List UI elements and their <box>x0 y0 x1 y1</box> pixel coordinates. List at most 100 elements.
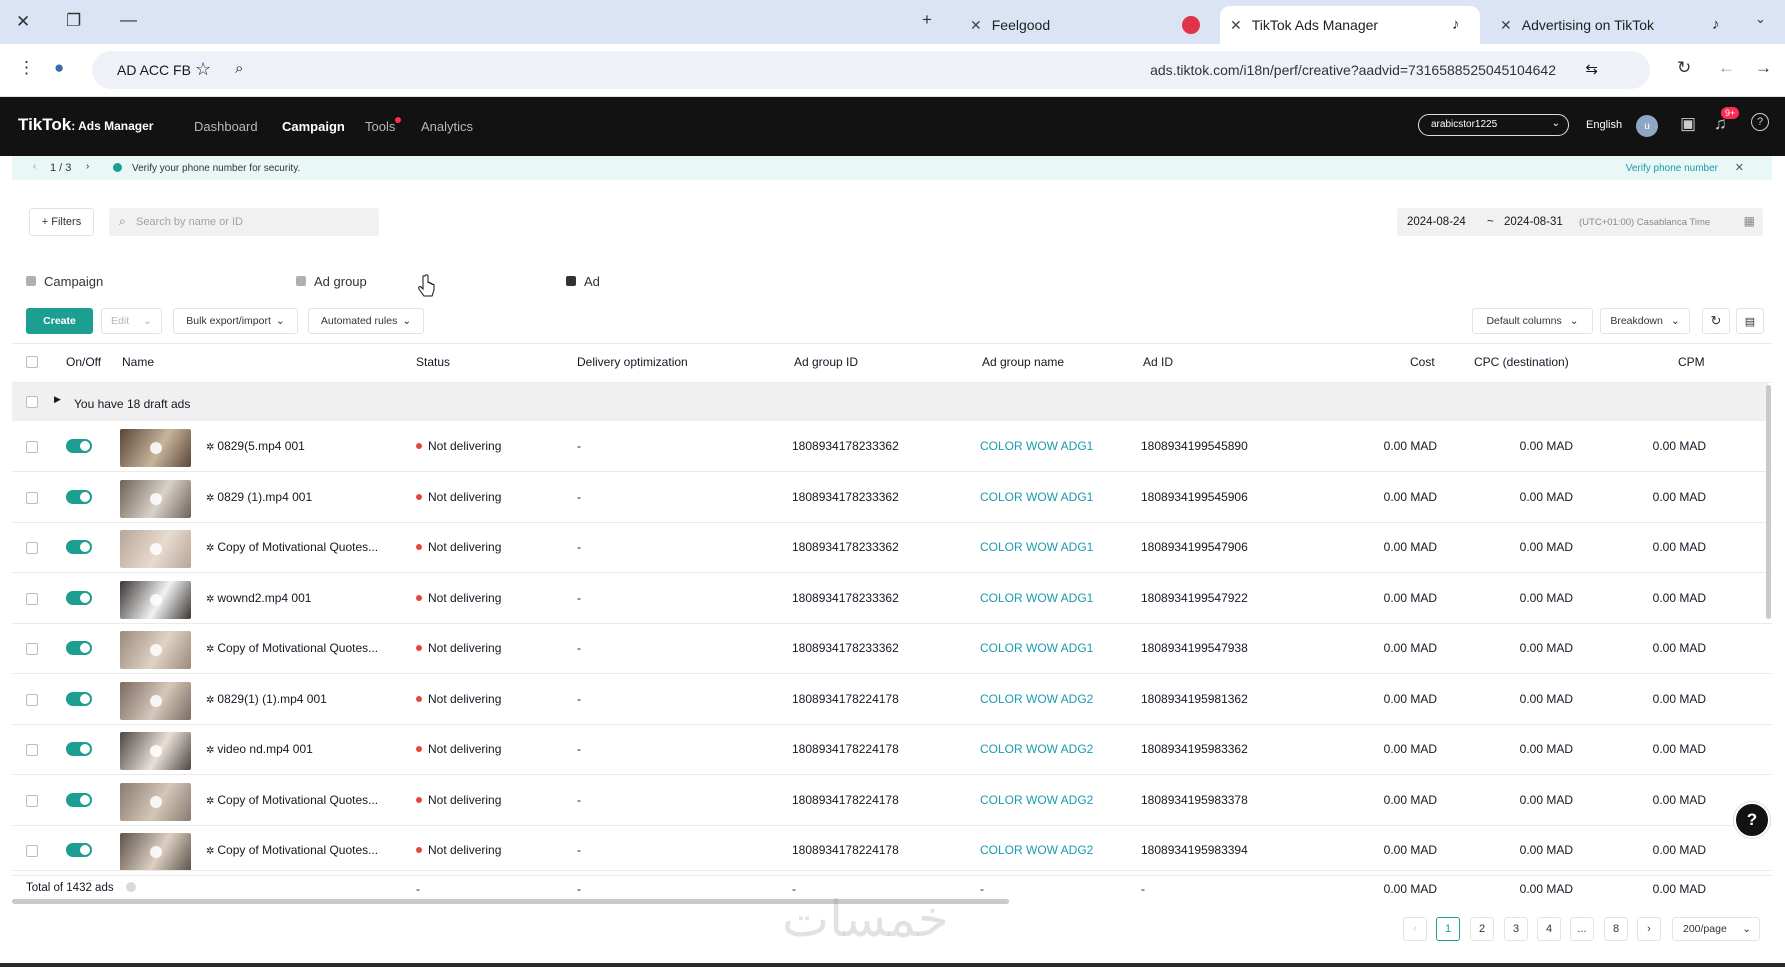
row-checkbox[interactable] <box>26 744 38 756</box>
level-tab-ad-group[interactable]: Ad group <box>282 264 552 298</box>
on-off-toggle[interactable] <box>66 540 92 554</box>
ad-video-thumbnail[interactable] <box>120 530 191 568</box>
tab-feelgood[interactable]: ✕ Feelgood <box>960 6 1210 44</box>
filters-button[interactable]: + Filters <box>29 208 94 236</box>
ad-name-cell[interactable]: ✲ Copy of Motivational Quotes... <box>206 540 378 554</box>
window-close-icon[interactable]: ✕ <box>16 12 30 32</box>
prev-notice-icon[interactable]: ‹ <box>33 161 36 172</box>
draft-ads-row[interactable]: ▶ You have 18 draft ads <box>12 383 1768 421</box>
refresh-button[interactable]: ↻ <box>1702 308 1730 334</box>
level-tab-ad[interactable]: Ad <box>552 264 817 298</box>
ad-name-cell[interactable]: ✲ Copy of Motivational Quotes... <box>206 843 378 857</box>
breakdown-dropdown[interactable]: Breakdown ⌄ <box>1600 308 1690 334</box>
col-cpm[interactable]: CPM <box>1678 355 1705 369</box>
col-delivery-optimization[interactable]: Delivery optimization <box>577 355 688 369</box>
tiktok-logo[interactable]: TikTok: Ads Manager <box>18 115 153 135</box>
tab-tiktok-ads-manager[interactable]: ✕ TikTok Ads Manager ♪ <box>1220 6 1480 44</box>
ad-video-thumbnail[interactable] <box>120 429 191 467</box>
url-text[interactable]: ads.tiktok.com/i18n/perf/creative?aadvid… <box>1150 62 1556 78</box>
col-ad-id[interactable]: Ad ID <box>1143 355 1173 369</box>
verify-phone-link[interactable]: Verify phone number <box>1626 163 1718 174</box>
draft-checkbox[interactable] <box>26 396 38 408</box>
row-checkbox[interactable] <box>26 492 38 504</box>
next-notice-icon[interactable]: › <box>86 161 89 172</box>
edit-dropdown[interactable]: Edit ⌄ <box>101 308 162 334</box>
search-lens-icon[interactable]: ⌕ <box>235 60 243 77</box>
back-icon[interactable]: ← <box>1718 58 1735 78</box>
profile-icon[interactable]: ● <box>54 58 64 78</box>
row-checkbox[interactable] <box>26 593 38 605</box>
adgroup-name-link[interactable]: COLOR WOW ADG2 <box>980 793 1093 807</box>
search-input[interactable]: ⌕ Search by name or ID <box>109 208 379 236</box>
on-off-toggle[interactable] <box>66 439 92 453</box>
adgroup-name-link[interactable]: COLOR WOW ADG2 <box>980 692 1093 706</box>
col-onoff[interactable]: On/Off <box>66 355 101 369</box>
page-4[interactable]: 4 <box>1537 917 1561 941</box>
adgroup-name-link[interactable]: COLOR WOW ADG2 <box>980 843 1093 857</box>
on-off-toggle[interactable] <box>66 742 92 756</box>
page-1[interactable]: 1 <box>1436 917 1460 941</box>
adgroup-name-link[interactable]: COLOR WOW ADG1 <box>980 490 1093 504</box>
row-checkbox[interactable] <box>26 441 38 453</box>
nav-analytics[interactable]: Analytics <box>421 119 473 134</box>
on-off-toggle[interactable] <box>66 843 92 857</box>
window-restore-icon[interactable]: ❐ <box>66 11 81 31</box>
tab-close-icon[interactable]: ✕ <box>1500 17 1512 34</box>
nav-dashboard[interactable]: Dashboard <box>194 119 258 134</box>
next-page-button[interactable]: › <box>1637 917 1661 941</box>
language-switch[interactable]: English <box>1586 119 1622 131</box>
adgroup-name-link[interactable]: COLOR WOW ADG1 <box>980 641 1093 655</box>
bulk-export-import-dropdown[interactable]: Bulk export/import ⌄ <box>173 308 298 334</box>
ad-video-thumbnail[interactable] <box>120 783 191 821</box>
adgroup-name-link[interactable]: COLOR WOW ADG1 <box>980 439 1093 453</box>
account-selector[interactable]: arabicstor1225 ⌄ <box>1418 114 1569 136</box>
close-icon[interactable]: ✕ <box>1735 161 1744 174</box>
nav-tools[interactable]: Tools <box>365 119 395 134</box>
tab-advertising-on-tiktok[interactable]: ✕ Advertising on TikTok ♪ <box>1490 6 1740 44</box>
expand-caret-icon[interactable]: ▶ <box>54 394 61 405</box>
on-off-toggle[interactable] <box>66 692 92 706</box>
avatar[interactable]: u <box>1636 115 1658 137</box>
vertical-scrollbar[interactable] <box>1766 385 1771 619</box>
on-off-toggle[interactable] <box>66 490 92 504</box>
date-range-picker[interactable]: 2024-08-24 ~ 2024-08-31 (UTC+01:00) Casa… <box>1397 208 1763 236</box>
level-tab-campaign[interactable]: Campaign <box>12 264 282 298</box>
adgroup-name-link[interactable]: COLOR WOW ADG2 <box>980 742 1093 756</box>
row-checkbox[interactable] <box>26 643 38 655</box>
default-columns-dropdown[interactable]: Default columns ⌄ <box>1472 308 1593 334</box>
col-cpc[interactable]: CPC (destination) <box>1474 355 1569 369</box>
adgroup-name-link[interactable]: COLOR WOW ADG1 <box>980 540 1093 554</box>
ad-name-cell[interactable]: ✲ Copy of Motivational Quotes... <box>206 793 378 807</box>
page-2[interactable]: 2 <box>1470 917 1494 941</box>
ad-video-thumbnail[interactable] <box>120 732 191 770</box>
ad-video-thumbnail[interactable] <box>120 833 191 871</box>
new-tab-icon[interactable]: + <box>922 10 932 30</box>
export-button[interactable]: ▤ <box>1736 308 1764 334</box>
col-status[interactable]: Status <box>416 355 450 369</box>
site-settings-icon[interactable]: ⇆ <box>1585 60 1598 78</box>
row-checkbox[interactable] <box>26 795 38 807</box>
tab-close-icon[interactable]: ✕ <box>1230 17 1242 34</box>
col-ad-group-id[interactable]: Ad group ID <box>794 355 858 369</box>
window-minimize-icon[interactable]: — <box>120 10 137 30</box>
forward-icon[interactable]: → <box>1755 58 1772 78</box>
ad-name-cell[interactable]: ✲ 0829(1) (1).mp4 001 <box>206 692 327 706</box>
col-name[interactable]: Name <box>122 355 154 369</box>
nav-campaign[interactable]: Campaign <box>282 119 345 134</box>
business-center-icon[interactable]: ▣ <box>1680 114 1696 134</box>
row-checkbox[interactable] <box>26 845 38 857</box>
page-size-select[interactable]: 200/page ⌄ <box>1672 917 1760 941</box>
ad-name-cell[interactable]: ✲ video nd.mp4 001 <box>206 742 313 756</box>
bookmark-star-icon[interactable]: ☆ <box>195 59 211 80</box>
tab-close-icon[interactable]: ✕ <box>970 17 982 34</box>
col-ad-group-name[interactable]: Ad group name <box>982 355 1064 369</box>
row-checkbox[interactable] <box>26 542 38 554</box>
reload-icon[interactable]: ↻ <box>1677 58 1691 78</box>
browser-menu-icon[interactable]: ⋮ <box>18 58 35 78</box>
ad-video-thumbnail[interactable] <box>120 581 191 619</box>
prev-page-button[interactable]: ‹ <box>1403 917 1427 941</box>
ad-name-cell[interactable]: ✲ wownd2.mp4 001 <box>206 591 311 605</box>
page-ellipsis[interactable]: ... <box>1570 917 1594 941</box>
page-8[interactable]: 8 <box>1604 917 1628 941</box>
ad-name-cell[interactable]: ✲ Copy of Motivational Quotes... <box>206 641 378 655</box>
